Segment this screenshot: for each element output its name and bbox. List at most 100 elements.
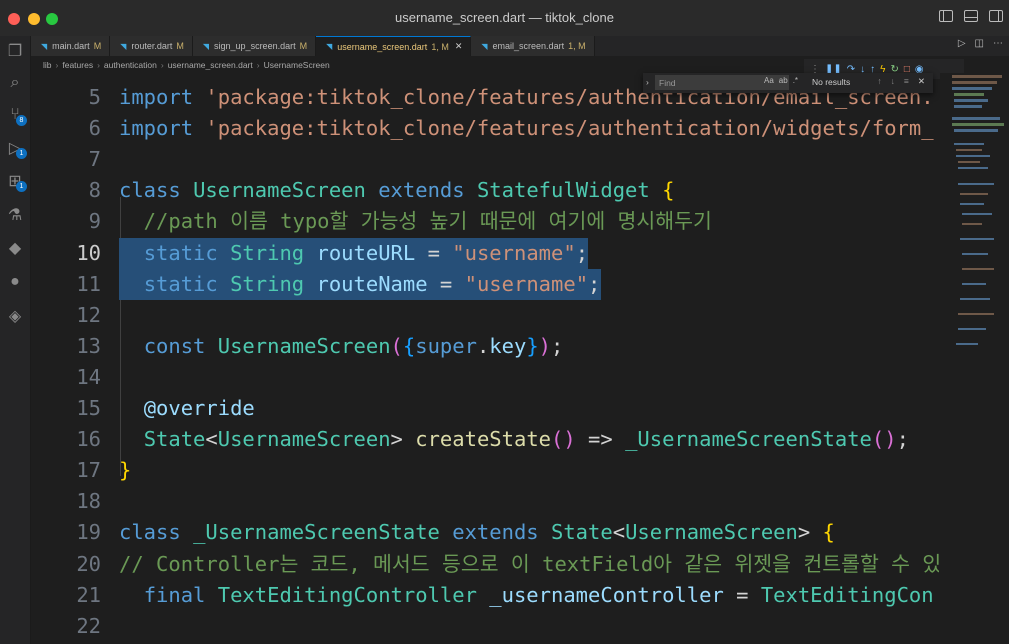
match-case-toggle[interactable]: Aa — [764, 76, 774, 85]
code-text: @override — [143, 396, 255, 420]
remote-icon: ◈ — [8, 308, 22, 325]
editor-tab[interactable]: ◥ sign_up_screen.dart M — [192, 36, 317, 56]
activity-explorer[interactable]: ❐ — [0, 36, 30, 66]
line-number: 17 — [76, 458, 101, 483]
line-number: 22 — [76, 613, 101, 638]
next-match-icon[interactable]: ↓ — [891, 76, 895, 87]
run-icon[interactable]: ▷ — [958, 38, 966, 49]
breadcrumb-item[interactable]: username_screen.dart — [168, 60, 253, 70]
line-number: 10 — [76, 240, 101, 265]
chevron-right-icon: › — [256, 59, 260, 70]
source-control-badge: 8 — [16, 115, 27, 126]
toggle-panel-icon[interactable] — [964, 10, 978, 22]
tab-status: M — [176, 41, 184, 51]
find-in-selection-icon[interactable]: ≡ — [904, 76, 909, 87]
code-line[interactable]: 7 — [31, 144, 939, 175]
code-text: final TextEditingController _usernameCon… — [143, 582, 934, 607]
code-text: class _UsernameScreenState extends State… — [119, 520, 835, 545]
activity-testing[interactable]: ⚗ — [0, 200, 30, 230]
activity-source-control[interactable]: ⑂ 8 — [0, 100, 30, 130]
previous-match-icon[interactable]: ↑ — [877, 76, 881, 87]
line-number: 19 — [76, 520, 101, 545]
tab-label: username_screen.dart — [337, 41, 428, 52]
line-number: 15 — [76, 396, 101, 420]
code-text: } — [119, 458, 132, 483]
breadcrumb-item[interactable]: UsernameScreen — [264, 60, 330, 70]
code-text: //path 이름 typo할 가능성 높기 때문에 여기에 명시해두기 — [119, 209, 712, 234]
line-number: 16 — [76, 427, 101, 452]
activity-run-debug[interactable]: ▷ 1 — [0, 133, 30, 163]
code-editor[interactable]: 5 import 'package:tiktok_clone/features/a… — [31, 73, 939, 644]
chevron-right-icon: › — [160, 59, 164, 70]
code-line[interactable]: 6 import 'package:tiktok_clone/features/a… — [31, 113, 939, 144]
code-line[interactable]: 17} — [31, 455, 939, 486]
search-icon: ⌕ — [10, 74, 20, 91]
line-number: 6 — [88, 116, 101, 141]
activity-extensions[interactable]: ⊞ 1 — [0, 166, 30, 196]
code-line[interactable]: 18 — [31, 486, 939, 517]
code-text: // Controller는 코드, 메서드 등으로 이 textField아 … — [119, 551, 939, 576]
tab-status: M — [299, 41, 308, 51]
find-result-count: No results — [812, 77, 851, 87]
code-line[interactable]: 22 — [31, 611, 939, 642]
code-line[interactable]: 20 // Controller는 코드, 메서드 등으로 이 textField… — [31, 549, 939, 580]
editor-actions: ▷ ◫ ⋯ — [958, 38, 1003, 49]
more-actions-icon[interactable]: ⋯ — [993, 38, 1003, 49]
tab-label: email_screen.dart — [492, 41, 565, 51]
code-line[interactable]: 12 — [31, 300, 939, 331]
minimap-preview — [952, 75, 1004, 345]
toggle-replace-icon[interactable]: › — [646, 77, 649, 87]
toggle-sidebar-icon[interactable] — [939, 10, 953, 22]
editor-tab[interactable]: ◥ main.dart M — [31, 36, 111, 56]
code-text: const UsernameScreen({super.key}); — [143, 333, 564, 358]
line-number: 8 — [88, 178, 101, 203]
extensions-badge: 1 — [16, 181, 27, 192]
code-text: State<UsernameScreen> createState() => _… — [143, 427, 909, 452]
tab-status: M — [93, 41, 102, 51]
close-find-icon[interactable]: ✕ — [918, 76, 925, 87]
line-number: 21 — [76, 582, 101, 607]
code-line[interactable]: 9 //path 이름 typo할 가능성 높기 때문에 여기에 명시해두기 — [31, 206, 939, 237]
line-number: 7 — [88, 147, 101, 172]
line-number: 20 — [76, 551, 101, 576]
code-line[interactable]: 10 static String routeURL = "username"; — [31, 237, 939, 269]
activity-github[interactable]: ● — [0, 267, 30, 297]
line-number: 9 — [88, 209, 101, 234]
code-line[interactable]: 14 — [31, 362, 939, 393]
code-line[interactable]: 15 @override — [31, 393, 939, 424]
split-editor-icon[interactable]: ◫ — [975, 38, 984, 49]
minimap[interactable] — [946, 73, 1009, 644]
activity-bar: ❐ ⌕ ⑂ 8 ▷ 1 ⊞ 1 ⚗ ◆ ● ◈ — [0, 36, 31, 644]
tab-status: 1, M — [431, 41, 449, 52]
window-title: username_screen.dart — tiktok_clone — [395, 10, 614, 25]
breadcrumb-item[interactable]: lib — [43, 60, 52, 70]
tab-label: main.dart — [52, 41, 90, 51]
toggle-secondary-sidebar-icon[interactable] — [989, 10, 1003, 22]
whole-word-toggle[interactable]: ab — [779, 76, 788, 85]
activity-flutter[interactable]: ◆ — [0, 233, 30, 263]
regex-toggle[interactable]: .* — [793, 76, 798, 85]
activity-search[interactable]: ⌕ — [0, 68, 30, 98]
close-tab-icon[interactable]: ✕ — [455, 41, 463, 52]
editor-tab-bar: ◥ main.dart M ◥ router.dart M ◥ sign_up_screen.… — [31, 36, 1009, 56]
code-line[interactable]: 11 static String routeName = "username"; — [31, 268, 939, 300]
dart-file-icon: ◥ — [41, 41, 48, 51]
code-line[interactable]: 19 class _UsernameScreenState extends Sta… — [31, 517, 939, 548]
code-text: static String routeURL = "username"; — [143, 240, 589, 265]
code-text: class UsernameScreen extends StatefulWid… — [119, 178, 675, 203]
editor-tab[interactable]: ◥ email_screen.dart 1, M — [471, 36, 595, 56]
code-line[interactable]: 13 const UsernameScreen({super.key}); — [31, 331, 939, 362]
editor-tab[interactable]: ◥ router.dart M — [110, 36, 193, 56]
line-number: 5 — [88, 85, 101, 109]
breadcrumb-item[interactable]: features — [62, 60, 93, 70]
dart-file-icon: ◥ — [120, 41, 127, 51]
dart-file-icon: ◥ — [481, 41, 488, 51]
activity-remote[interactable]: ◈ — [0, 301, 30, 331]
code-line[interactable]: 8 class UsernameScreen extends StatefulWi… — [31, 175, 939, 206]
breadcrumb-item[interactable]: authentication — [104, 60, 157, 70]
code-line[interactable]: 16 State<UsernameScreen> createState() =… — [31, 424, 939, 455]
code-line[interactable]: 21 final TextEditingController _username… — [31, 580, 939, 611]
github-icon: ● — [10, 273, 20, 290]
editor-tab[interactable]: ◥ username_screen.dart 1, M ✕ — [316, 36, 472, 56]
tab-label: router.dart — [131, 41, 173, 51]
